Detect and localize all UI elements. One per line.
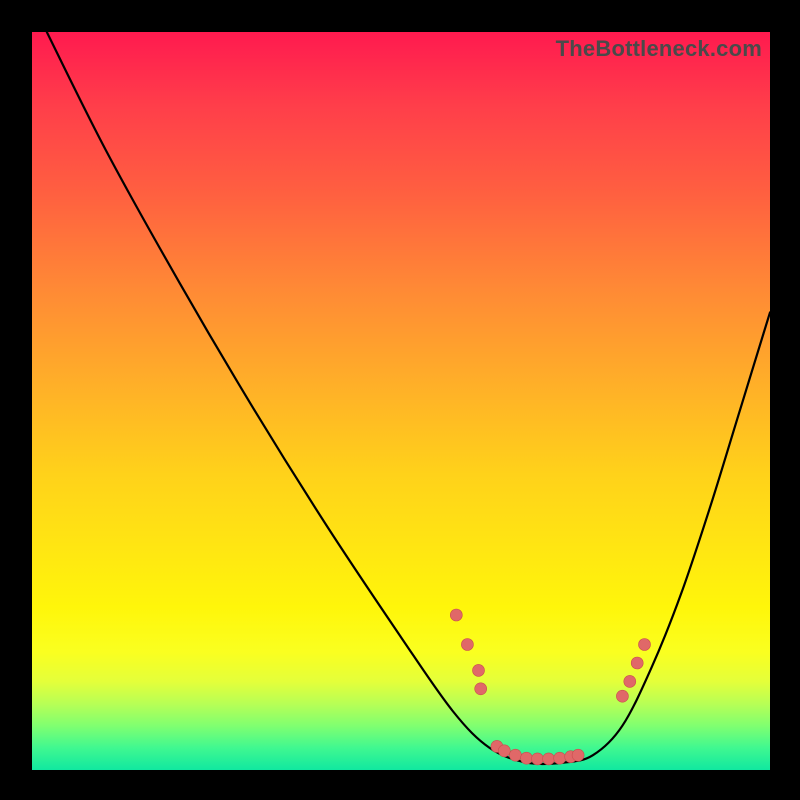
chart-frame: TheBottleneck.com	[30, 30, 772, 772]
marker-dot	[521, 752, 533, 764]
bottleneck-curve	[47, 32, 770, 764]
marker-dot	[616, 690, 628, 702]
marker-dot	[509, 749, 521, 761]
marker-dot	[554, 752, 566, 764]
marker-dot	[475, 683, 487, 695]
plot-svg	[32, 32, 770, 770]
marker-dot	[572, 749, 584, 761]
marker-dot	[450, 609, 462, 621]
marker-dot	[639, 639, 651, 651]
marker-dot	[631, 657, 643, 669]
marker-dot	[498, 745, 510, 757]
watermark-text: TheBottleneck.com	[556, 36, 762, 62]
marker-dot	[473, 664, 485, 676]
marker-dot	[543, 753, 555, 765]
marker-dot	[532, 753, 544, 765]
marker-dot	[461, 639, 473, 651]
marker-dot	[624, 675, 636, 687]
